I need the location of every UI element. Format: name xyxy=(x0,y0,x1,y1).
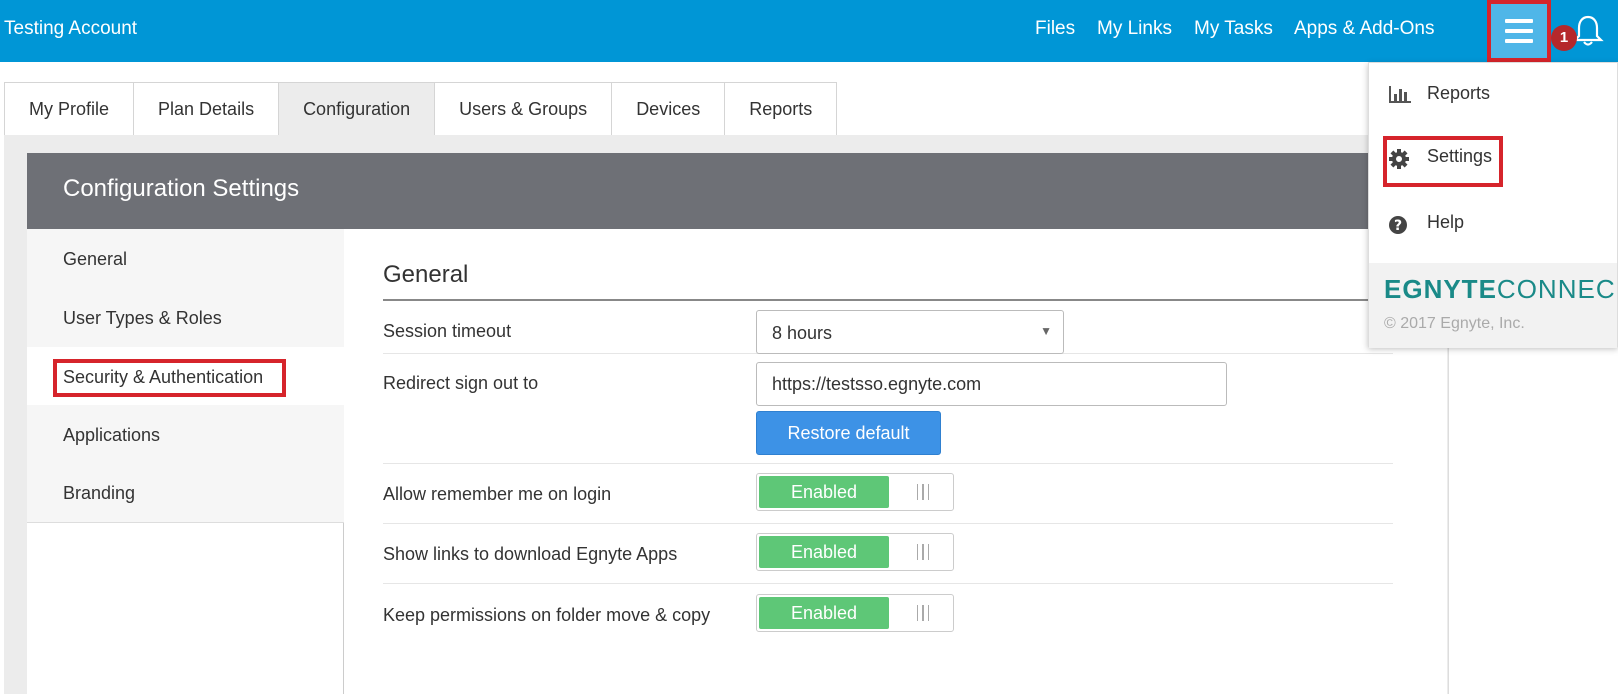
main-menu-dropdown: Reports Settings ? Help EGNYTECONNEC © 2… xyxy=(1368,62,1618,348)
tab-plan-details[interactable]: Plan Details xyxy=(134,82,280,136)
nav-files[interactable]: Files xyxy=(1035,18,1075,40)
tab-reports[interactable]: Reports xyxy=(725,82,838,136)
redirect-row: Redirect sign out to Restore default xyxy=(383,354,1393,464)
sidebar-item-applications[interactable]: Applications xyxy=(27,405,344,465)
grip-icon xyxy=(917,605,929,621)
sidebar-item-label: General xyxy=(63,249,128,269)
tab-users-groups[interactable]: Users & Groups xyxy=(435,82,613,136)
settings-highlight-box xyxy=(1383,136,1503,187)
menu-button[interactable] xyxy=(1487,0,1551,62)
sidebar-item-general[interactable]: General xyxy=(27,229,344,289)
remember-me-row: Allow remember me on login Enabled xyxy=(383,464,1393,524)
tab-configuration[interactable]: Configuration xyxy=(279,82,436,136)
caret-down-icon: ▼ xyxy=(1040,324,1052,338)
sidebar-item-user-types-roles[interactable]: User Types & Roles xyxy=(27,288,344,348)
redirect-label: Redirect sign out to xyxy=(383,373,539,393)
sidebar-item-label: User Types & Roles xyxy=(63,308,222,328)
grip-icon xyxy=(917,484,929,500)
bar-chart-icon xyxy=(1389,86,1411,103)
config-header: Configuration Settings xyxy=(27,153,1447,229)
remember-me-toggle[interactable]: Enabled xyxy=(756,473,954,511)
keep-permissions-row: Keep permissions on folder move & copy E… xyxy=(383,584,1393,644)
config-sidebar: General User Types & Roles Security & Au… xyxy=(27,229,344,694)
grip-icon xyxy=(917,544,929,560)
config-content: General User Types & Roles Security & Au… xyxy=(27,229,1447,694)
section-title: General xyxy=(383,261,469,288)
tab-bar: My Profile Plan Details Configuration Us… xyxy=(4,82,838,136)
sidebar-item-label: Applications xyxy=(63,425,161,445)
session-timeout-row: Session timeout 8 hours ▼ xyxy=(383,301,1393,354)
toggle-state: Enabled xyxy=(759,536,889,568)
download-links-row: Show links to download Egnyte Apps Enabl… xyxy=(383,524,1393,584)
menu-footer: EGNYTECONNEC © 2017 Egnyte, Inc. xyxy=(1369,263,1617,348)
sidebar-item-label: Branding xyxy=(63,483,136,503)
remember-me-label: Allow remember me on login xyxy=(383,484,612,504)
restore-default-button[interactable]: Restore default xyxy=(756,411,941,455)
sidebar-item-branding[interactable]: Branding xyxy=(27,463,344,523)
menu-item-label: Reports xyxy=(1427,83,1491,103)
menu-item-help[interactable]: ? Help xyxy=(1369,198,1618,248)
account-name[interactable]: Testing Account xyxy=(4,18,137,40)
egnyte-connect-logo: EGNYTECONNEC xyxy=(1384,274,1616,304)
download-links-label: Show links to download Egnyte Apps xyxy=(383,544,678,564)
tab-my-profile[interactable]: My Profile xyxy=(4,82,135,136)
nav-my-tasks[interactable]: My Tasks xyxy=(1194,18,1273,40)
menu-item-label: Help xyxy=(1427,212,1465,232)
nav-apps-add-ons[interactable]: Apps & Add-Ons xyxy=(1294,18,1434,40)
keep-permissions-toggle[interactable]: Enabled xyxy=(756,594,954,632)
config-title: Configuration Settings xyxy=(63,175,300,202)
bell-icon[interactable] xyxy=(1572,14,1604,48)
svg-text:?: ? xyxy=(1394,218,1402,234)
toggle-state: Enabled xyxy=(759,476,889,508)
session-timeout-select[interactable]: 8 hours ▼ xyxy=(756,310,1064,354)
top-bar: Testing Account Files My Links My Tasks … xyxy=(0,0,1618,62)
redirect-url-input[interactable] xyxy=(756,362,1227,406)
notification-badge[interactable]: 1 xyxy=(1551,25,1577,51)
tab-devices[interactable]: Devices xyxy=(612,82,726,136)
question-circle-icon: ? xyxy=(1389,216,1407,234)
session-timeout-value: 8 hours xyxy=(772,323,833,343)
session-timeout-label: Session timeout xyxy=(383,321,512,341)
nav-my-links[interactable]: My Links xyxy=(1097,18,1172,40)
keep-permissions-label: Keep permissions on folder move & copy xyxy=(383,605,711,625)
security-highlight-box xyxy=(53,359,286,397)
download-links-toggle[interactable]: Enabled xyxy=(756,533,954,571)
copyright-text: © 2017 Egnyte, Inc. xyxy=(1384,315,1525,332)
menu-item-reports[interactable]: Reports xyxy=(1369,68,1618,118)
toggle-state: Enabled xyxy=(759,597,889,629)
